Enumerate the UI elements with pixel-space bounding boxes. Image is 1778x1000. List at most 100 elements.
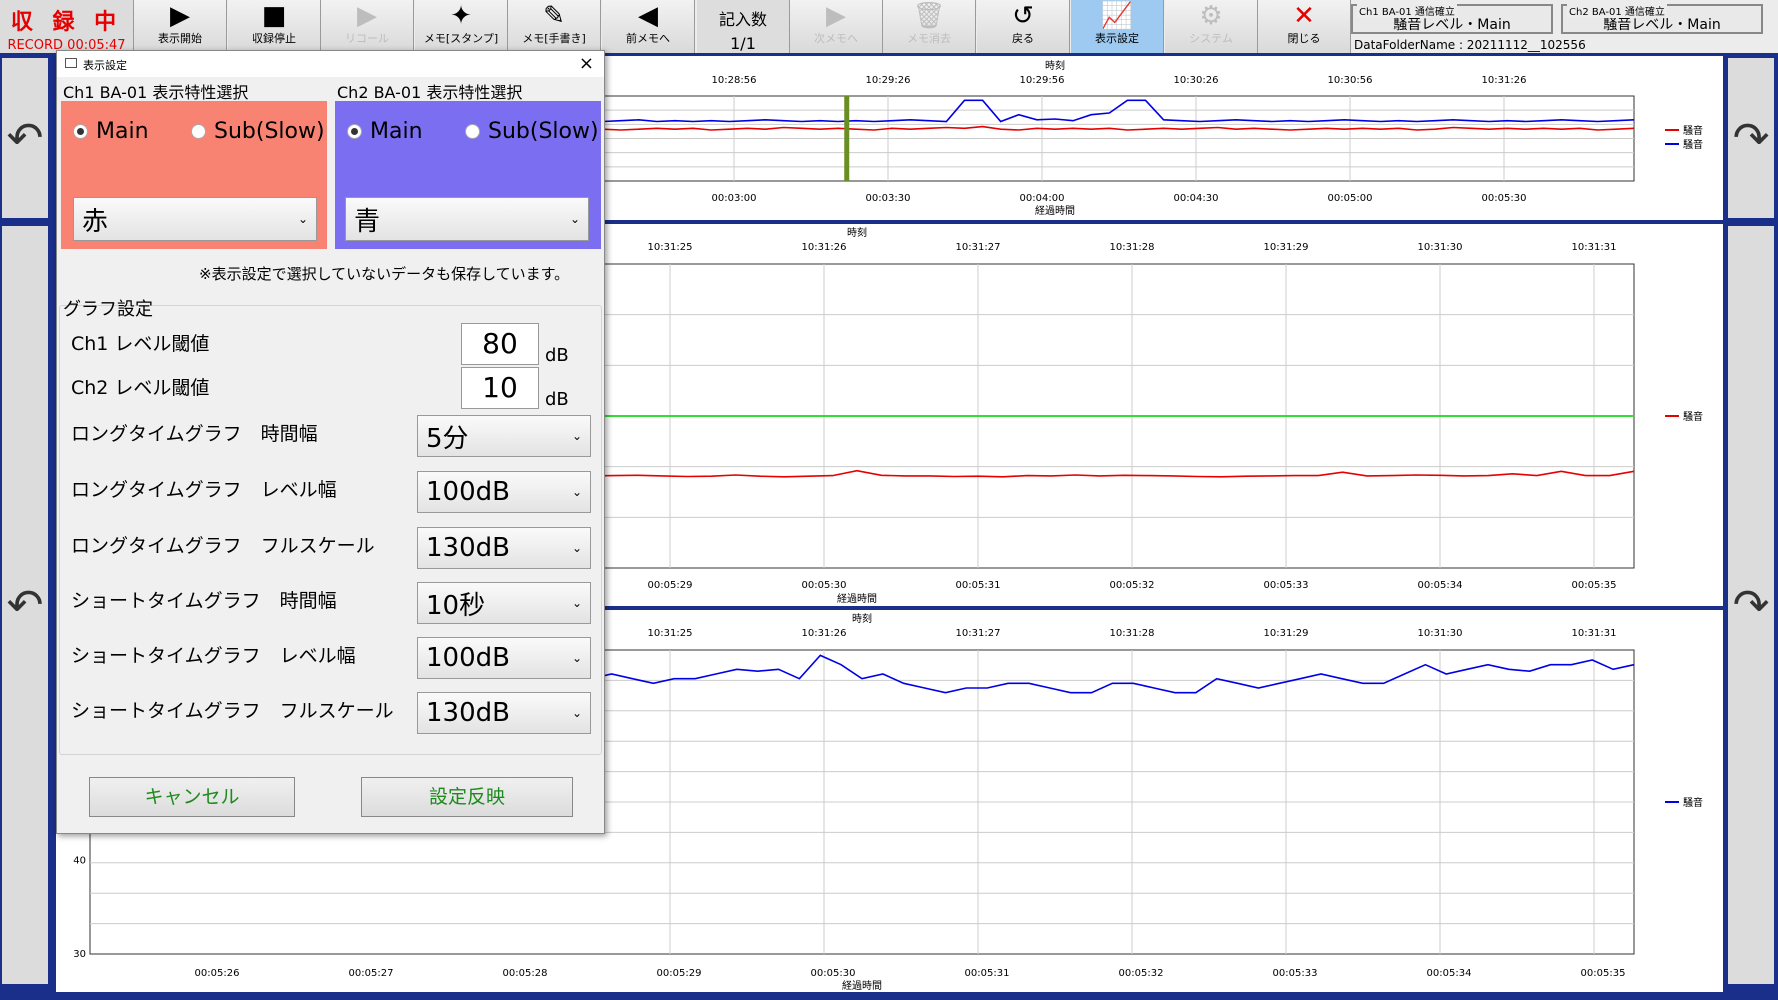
ch1-box: Main Sub(Slow) 赤 ⌄ xyxy=(61,101,327,249)
memo-marker[interactable] xyxy=(844,96,850,181)
memo-handwrite-button-label: メモ[手書き] xyxy=(522,32,586,45)
top-tick-label: 10:31:29 xyxy=(1264,628,1309,639)
ch1-caption: Ch1 BA-01 表示特性選択 xyxy=(63,83,249,102)
curved-arrow-left-icon: ↶ xyxy=(6,579,44,631)
bottom-tick-label: 00:05:34 xyxy=(1418,580,1463,591)
top-tick-label: 10:31:30 xyxy=(1418,242,1463,253)
nav-back-button-bottom[interactable]: ↶ xyxy=(0,224,50,986)
system-button[interactable]: ⚙ システム xyxy=(1165,0,1258,53)
ch1-color-select[interactable]: 赤 ⌄ xyxy=(73,197,317,241)
pen-icon: ✎ xyxy=(543,1,565,31)
curved-arrow-right-icon: ↷ xyxy=(1732,579,1770,631)
bottom-tick-label: 00:05:30 xyxy=(811,968,856,979)
bottom-tick-label: 00:05:33 xyxy=(1273,968,1318,979)
recall-button[interactable]: ▶ リコール xyxy=(321,0,414,53)
chevron-down-icon: ⌄ xyxy=(571,429,582,443)
arrow-left-icon: ◀ xyxy=(638,1,658,31)
play-icon: ▶ xyxy=(170,1,190,31)
ch2-color-select[interactable]: 青 ⌄ xyxy=(345,197,589,241)
ch2-radio-sub[interactable]: Sub(Slow) xyxy=(465,119,599,144)
close-button-label: 閉じる xyxy=(1287,32,1321,45)
ch2-status-value: 騒音レベル・Main xyxy=(1603,17,1721,33)
next-memo-button[interactable]: ▶ 次メモへ xyxy=(790,0,883,53)
radio-dot xyxy=(73,124,88,139)
bottom-axis-title: 経過時間 xyxy=(837,592,877,605)
undo-button[interactable]: ↺ 戻る xyxy=(977,0,1070,53)
memo-delete-button[interactable]: 🗑 メモ消去 xyxy=(883,0,976,53)
graph-settings-caption: グラフ設定 xyxy=(63,299,153,320)
bottom-tick-label: 00:05:27 xyxy=(349,968,394,979)
top-tick-label: 10:31:29 xyxy=(1264,242,1309,253)
undo-icon: ↺ xyxy=(1012,1,1034,31)
ch2-radio-main[interactable]: Main xyxy=(347,119,423,144)
top-tick-label: 10:31:30 xyxy=(1418,628,1463,639)
cancel-button[interactable]: キャンセル xyxy=(89,777,295,817)
ch1-threshold-input[interactable]: 80 xyxy=(461,323,539,365)
setting-row-select[interactable]: 100dB ⌄ xyxy=(417,471,591,513)
system-button-label: システム xyxy=(1189,32,1233,45)
ch1-status-caption: Ch1 BA-01 通信確立 xyxy=(1357,3,1457,18)
setting-row-select[interactable]: 5分 ⌄ xyxy=(417,415,591,457)
bottom-tick-label: 00:05:26 xyxy=(195,968,240,979)
memo-handwrite-button[interactable]: ✎ メモ[手書き] xyxy=(508,0,601,53)
setting-row-select[interactable]: 130dB ⌄ xyxy=(417,527,591,569)
top-tick-label: 10:29:56 xyxy=(1020,75,1065,86)
setting-row-select[interactable]: 10秒 ⌄ xyxy=(417,582,591,624)
top-axis-title: 時刻 xyxy=(852,612,872,625)
curved-arrow-left-icon: ↶ xyxy=(6,112,44,164)
setting-row-select[interactable]: 100dB ⌄ xyxy=(417,637,591,679)
memo-stamp-button[interactable]: ✦ メモ[スタンプ] xyxy=(415,0,508,53)
y-tick-label: 30 xyxy=(73,949,86,960)
bottom-tick-label: 00:05:35 xyxy=(1572,580,1617,591)
app-window: 収 録 中 RECORD 00:05:47 ▶ 表示開始 ■ 収録停止 ▶ リコール ✦ メモ… xyxy=(0,0,1778,1000)
setting-row-select[interactable]: 130dB ⌄ xyxy=(417,692,591,734)
recording-status: 収 録 中 RECORD 00:05:47 xyxy=(0,0,134,53)
bottom-tick-label: 00:05:33 xyxy=(1264,580,1309,591)
setting-row-label: ロングタイムグラフ 時間幅 xyxy=(71,423,318,445)
stop-recording-button-label: 収録停止 xyxy=(252,32,296,45)
bottom-tick-label: 00:05:31 xyxy=(956,580,1001,591)
ch1-radio-main[interactable]: Main xyxy=(73,119,149,144)
top-tick-label: 10:29:26 xyxy=(866,75,911,86)
ch1-threshold-label: Ch1 レベル閾値 xyxy=(71,333,210,355)
bottom-tick-label: 00:05:00 xyxy=(1328,193,1373,204)
bottom-tick-label: 00:05:31 xyxy=(965,968,1010,979)
top-tick-label: 10:30:26 xyxy=(1174,75,1219,86)
memo-count-label: 記入数 xyxy=(718,10,767,29)
bottom-axis-title: 経過時間 xyxy=(842,979,882,992)
recording-title: 収 録 中 xyxy=(10,10,123,35)
ch2-radio-sub-label: Sub(Slow) xyxy=(488,119,599,144)
nav-forward-button-bottom[interactable]: ↷ xyxy=(1726,224,1776,986)
bottom-tick-label: 00:05:30 xyxy=(802,580,847,591)
memo-count-value: 1/1 xyxy=(730,34,756,53)
top-tick-label: 10:31:25 xyxy=(648,242,693,253)
nav-forward-button-top[interactable]: ↷ xyxy=(1726,56,1776,220)
radio-dot xyxy=(191,124,206,139)
close-button[interactable]: ✕ 閉じる xyxy=(1258,0,1351,53)
curved-arrow-right-icon: ↷ xyxy=(1732,112,1770,164)
dialog-titlebar: 表示設定 × xyxy=(57,51,604,77)
chevron-down-icon: ⌄ xyxy=(297,212,308,226)
start-display-button[interactable]: ▶ 表示開始 xyxy=(134,0,227,53)
prev-memo-button[interactable]: ◀ 前メモへ xyxy=(602,0,695,53)
apply-button[interactable]: 設定反映 xyxy=(361,777,573,817)
display-settings-button[interactable]: 📈 表示設定 xyxy=(1071,0,1164,53)
chevron-down-icon: ⌄ xyxy=(571,596,582,610)
ch1-status-value: 騒音レベル・Main xyxy=(1393,17,1511,33)
ch1-radio-main-label: Main xyxy=(96,119,149,144)
bottom-axis-title: 経過時間 xyxy=(1035,204,1075,217)
ch1-threshold-unit: dB xyxy=(545,345,569,366)
chevron-down-icon: ⌄ xyxy=(571,651,582,665)
top-tick-label: 10:31:28 xyxy=(1110,628,1155,639)
arrow-right-icon: ▶ xyxy=(826,1,846,31)
nav-back-button-top[interactable]: ↶ xyxy=(0,56,50,220)
bottom-tick-label: 00:05:28 xyxy=(503,968,548,979)
ch1-radio-sub[interactable]: Sub(Slow) xyxy=(191,119,325,144)
legend-label: 騒音 xyxy=(1683,796,1703,809)
ch2-threshold-input[interactable]: 10 xyxy=(461,367,539,409)
recall-button-label: リコール xyxy=(345,32,389,45)
stop-recording-button[interactable]: ■ 収録停止 xyxy=(228,0,321,53)
close-icon[interactable]: × xyxy=(579,53,594,74)
ch2-status: Ch2 BA-01 通信確立 騒音レベル・Main xyxy=(1561,3,1763,34)
data-folder-name: DataFolderName : 20211112__102556 xyxy=(1354,38,1586,52)
